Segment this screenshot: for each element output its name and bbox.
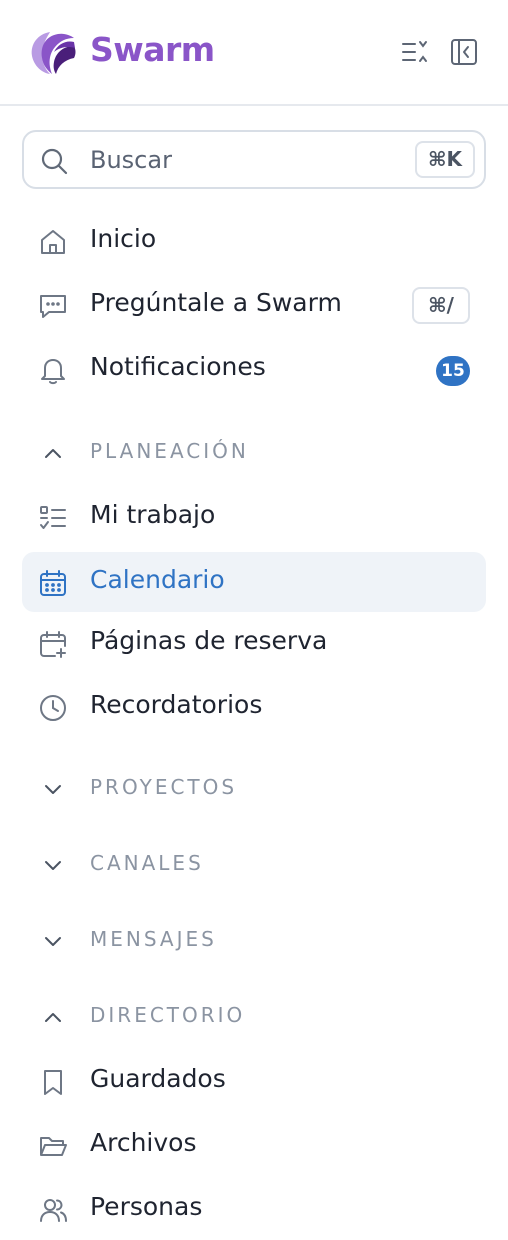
section-header-directory[interactable]: DIRECTORIO [22, 996, 486, 1036]
ask-shortcut-badge: ⌘/ [412, 287, 470, 324]
section-label: PLANEACIÓN [90, 439, 249, 463]
section-header-messages[interactable]: MENSAJES [22, 920, 486, 960]
nav-item-home[interactable]: Inicio [22, 211, 486, 271]
nav-item-reminders[interactable]: Recordatorios [22, 677, 486, 737]
nav-item-label: Recordatorios [90, 690, 263, 719]
nav-item-label: Pregúntale a Swarm [90, 288, 342, 317]
chevron-up-icon [42, 442, 64, 464]
search-input[interactable] [90, 142, 410, 178]
swarm-logo[interactable] [28, 28, 78, 76]
home-icon [38, 227, 68, 257]
nav-item-label: Archivos [90, 1128, 197, 1157]
chevron-down-icon [42, 854, 64, 876]
section-label: CANALES [90, 851, 204, 875]
nav-item-label: Calendario [90, 565, 225, 594]
nav-item-people[interactable]: Personas [22, 1179, 486, 1239]
collapse-sidebar-icon[interactable] [450, 38, 478, 66]
section-header-planning[interactable]: PLANEACIÓN [22, 432, 486, 472]
checklist-icon [38, 503, 68, 533]
search-box[interactable]: ⌘K [22, 130, 486, 189]
calendar-plus-icon [38, 629, 68, 659]
nav-item-saved[interactable]: Guardados [22, 1051, 486, 1111]
chevron-up-icon [42, 1006, 64, 1028]
search-shortcut-badge: ⌘K [415, 141, 475, 178]
collapse-all-icon[interactable] [401, 38, 429, 66]
nav-item-calendar[interactable]: Calendario [22, 552, 486, 612]
folder-icon [38, 1131, 68, 1161]
notification-count-badge: 15 [436, 356, 470, 386]
nav-item-label: Inicio [90, 224, 157, 253]
calendar-icon [38, 568, 68, 598]
chevron-down-icon [42, 778, 64, 800]
nav-item-booking-pages[interactable]: Páginas de reserva [22, 613, 486, 673]
nav-item-ask-swarm[interactable]: Pregúntale a Swarm ⌘/ [22, 275, 486, 335]
users-icon [38, 1195, 68, 1225]
nav-item-label: Personas [90, 1192, 203, 1221]
nav-item-files[interactable]: Archivos [22, 1115, 486, 1175]
nav-item-label: Mi trabajo [90, 500, 216, 529]
nav-item-label: Guardados [90, 1064, 226, 1093]
section-header-channels[interactable]: CANALES [22, 844, 486, 884]
sidebar-header: Swarm [0, 0, 508, 106]
nav-item-notifications[interactable]: Notificaciones 15 [22, 339, 486, 399]
section-label: DIRECTORIO [90, 1003, 246, 1027]
app-title: Swarm [90, 30, 215, 69]
bookmark-icon [38, 1067, 68, 1097]
section-label: MENSAJES [90, 927, 217, 951]
nav-item-label: Notificaciones [90, 352, 266, 381]
nav-item-label: Páginas de reserva [90, 626, 328, 655]
search-icon [40, 147, 68, 175]
nav-item-my-work[interactable]: Mi trabajo [22, 487, 486, 547]
clock-icon [38, 693, 68, 723]
chevron-down-icon [42, 930, 64, 952]
bell-icon [38, 355, 68, 385]
chat-icon [38, 291, 68, 321]
section-label: PROYECTOS [90, 775, 238, 799]
section-header-projects[interactable]: PROYECTOS [22, 768, 486, 808]
